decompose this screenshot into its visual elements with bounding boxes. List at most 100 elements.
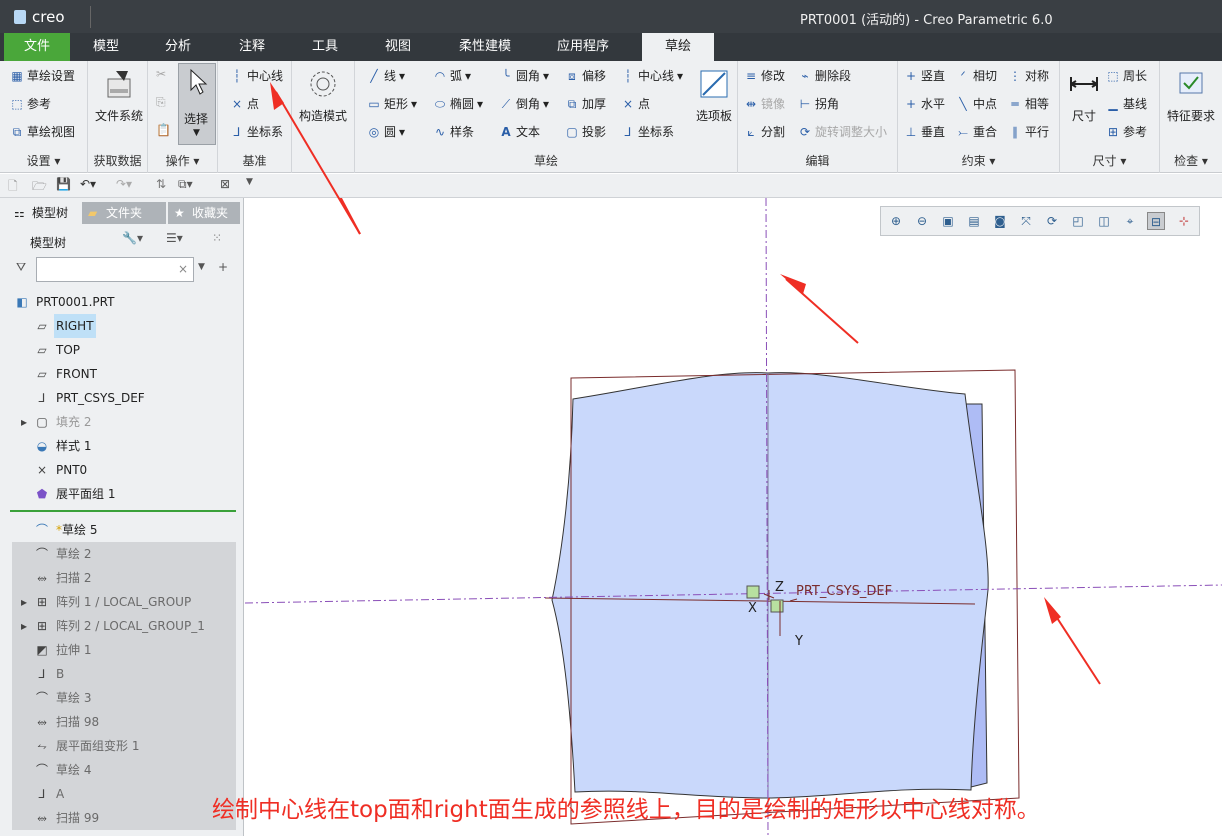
tangent-constraint-button[interactable]: ᐟ 相切: [956, 67, 997, 84]
delete-segment-button[interactable]: ⌁ 删除段: [798, 67, 851, 84]
parallel-constraint-button[interactable]: ∥ 平行: [1008, 123, 1049, 140]
dimension-button[interactable]: 尺寸: [1064, 67, 1104, 124]
datum-point-button[interactable]: × 点: [230, 95, 259, 112]
corner-button[interactable]: ⊢ 拐角: [798, 95, 839, 112]
rotate-resize-button[interactable]: ⟳ 旋转调整大小: [798, 123, 887, 140]
project-button[interactable]: ▢ 投影: [565, 123, 606, 140]
sketch-view-button[interactable]: ⧉ 草绘视图: [10, 123, 75, 140]
tree-item-sketch-3[interactable]: ⌒ 草绘 3: [12, 686, 236, 710]
tab-applications[interactable]: 应用程序: [545, 33, 621, 61]
tree-item-a[interactable]: ⅃ A: [12, 782, 236, 806]
coincident-constraint-button[interactable]: ⤚ 重合: [956, 123, 997, 140]
repaint-icon[interactable]: ▤: [965, 212, 983, 230]
tab-model-tree[interactable]: ⚏ 模型树: [8, 202, 80, 224]
open-icon[interactable]: 🗁: [32, 177, 47, 198]
tree-item-sweep-99[interactable]: ⥈ 扫描 99: [12, 806, 236, 830]
arc-button[interactable]: ◠ 弧 ▾: [433, 67, 471, 84]
spline-button[interactable]: ∿ 样条: [433, 123, 474, 140]
cut-icon[interactable]: ✂: [156, 67, 166, 81]
tab-flexible-modeling[interactable]: 柔性建模: [448, 33, 522, 61]
tree-item-extrude-1[interactable]: ◩ 拉伸 1: [12, 638, 236, 662]
expand-icon[interactable]: ▸: [16, 410, 32, 434]
tree-item-point[interactable]: × PNT0: [0, 458, 240, 482]
circle-button[interactable]: ◎ 圆 ▾: [367, 123, 405, 140]
references-button[interactable]: ⬚ 参考: [10, 95, 51, 112]
tree-item-top-plane[interactable]: ▱ TOP: [0, 338, 240, 362]
expand-icon[interactable]: ▸: [16, 614, 32, 638]
midpoint-constraint-button[interactable]: ╲ 中点: [956, 95, 997, 112]
tab-analysis[interactable]: 分析: [146, 33, 210, 61]
divide-button[interactable]: ⟀ 分割: [744, 123, 785, 140]
sketch-csys-button[interactable]: ⅃ 坐标系: [621, 123, 674, 140]
rectangle-button[interactable]: ▭ 矩形 ▾: [367, 95, 417, 112]
vertical-constraint-button[interactable]: + 竖直: [904, 67, 945, 84]
tree-item-csys[interactable]: ⅃ PRT_CSYS_DEF: [0, 386, 240, 410]
sketch-centerline-button[interactable]: ┆ 中心线 ▾: [621, 67, 683, 84]
tree-search-input[interactable]: [36, 257, 194, 282]
tab-tools[interactable]: 工具: [293, 33, 357, 61]
tree-item-part[interactable]: ◧ PRT0001.PRT: [0, 290, 240, 314]
tree-item-b[interactable]: ⅃ B: [12, 662, 236, 686]
group-label-operations[interactable]: 操作 ▾: [148, 152, 217, 169]
refit-icon[interactable]: ▣: [939, 212, 957, 230]
saved-views-icon[interactable]: ◙: [991, 212, 1009, 230]
select-button[interactable]: 选择 ▼: [178, 63, 216, 145]
tree-item-sweep-98[interactable]: ⥈ 扫描 98: [12, 710, 236, 734]
group-label-dimension[interactable]: 尺寸 ▾: [1060, 152, 1159, 169]
tree-columns-icon[interactable]: ☰▾: [166, 231, 183, 245]
tree-item-sketch-4[interactable]: ⌒ 草绘 4: [12, 758, 236, 782]
regenerate-icon[interactable]: ⇅: [156, 177, 166, 191]
thicken-button[interactable]: ⧉ 加厚: [565, 95, 606, 112]
sketch-point-button[interactable]: × 点: [621, 95, 650, 112]
graphics-window[interactable]: Z X Y PRT_CSYS_DEF: [245, 198, 1222, 836]
customize-qat-icon[interactable]: ▼: [246, 177, 253, 187]
new-icon[interactable]: 🗋: [8, 177, 18, 198]
tab-favorites[interactable]: ★ 收藏夹: [168, 202, 240, 224]
offset-button[interactable]: ⧈ 偏移: [565, 67, 606, 84]
undo-icon[interactable]: ↶▾: [80, 177, 96, 191]
group-label-constrain[interactable]: 约束 ▾: [898, 152, 1059, 169]
expand-icon[interactable]: ▸: [16, 590, 32, 614]
palette-button[interactable]: 选项板: [693, 67, 735, 124]
spin-center-icon[interactable]: ⊹: [1175, 212, 1193, 230]
paste-icon[interactable]: 📋: [156, 123, 171, 137]
tree-item-right-plane[interactable]: ▱ RIGHT: [0, 314, 240, 338]
mirror-button[interactable]: ⇹ 镜像: [744, 95, 785, 112]
perspective-icon[interactable]: ◫: [1095, 212, 1113, 230]
feature-requirements-button[interactable]: 特征要求: [1162, 67, 1220, 124]
tab-model[interactable]: 模型: [74, 33, 138, 61]
tab-sketch[interactable]: 草绘: [642, 33, 714, 61]
datum-display-icon[interactable]: ⌖: [1121, 212, 1139, 230]
horizontal-constraint-button[interactable]: + 水平: [904, 95, 945, 112]
text-button[interactable]: A 文本: [499, 123, 540, 140]
ellipse-button[interactable]: ⬭ 椭圆 ▾: [433, 95, 483, 112]
zoom-in-icon[interactable]: ⊕: [887, 212, 905, 230]
group-label-setup[interactable]: 设置 ▾: [0, 152, 87, 169]
perpendicular-constraint-button[interactable]: ⊥ 垂直: [904, 123, 945, 140]
sketch-setup-button[interactable]: ▦ 草绘设置: [10, 67, 75, 84]
add-filter-icon[interactable]: +: [218, 260, 228, 274]
tree-item-front-plane[interactable]: ▱ FRONT: [0, 362, 240, 386]
sketch-orientation-icon[interactable]: ⤧: [1017, 212, 1035, 230]
tree-item-pattern-2[interactable]: ▸ ⊞ 阵列 2 / LOCAL_GROUP_1: [12, 614, 236, 638]
symmetric-constraint-button[interactable]: ⋮ 对称: [1008, 67, 1049, 84]
tree-settings-icon[interactable]: 🔧▾: [122, 231, 143, 245]
chamfer-button[interactable]: ⟋ 倒角 ▾: [499, 95, 549, 112]
copy-icon[interactable]: ⎘: [156, 95, 166, 110]
group-label-inspect[interactable]: 检查 ▾: [1160, 152, 1222, 169]
shading-icon[interactable]: ◰: [1069, 212, 1087, 230]
fillet-button[interactable]: ╰ 圆角 ▾: [499, 67, 549, 84]
tree-filter-options-icon[interactable]: ⁙: [212, 231, 222, 245]
zoom-out-icon[interactable]: ⊖: [913, 212, 931, 230]
tab-file[interactable]: 文件: [4, 33, 70, 61]
modify-button[interactable]: ≡ 修改: [744, 67, 785, 84]
display-style-icon[interactable]: ⟳: [1043, 212, 1061, 230]
insert-indicator[interactable]: [10, 510, 236, 512]
tree-item-pattern-1[interactable]: ▸ ⊞ 阵列 1 / LOCAL_GROUP: [12, 590, 236, 614]
windows-icon[interactable]: ⧉▾: [178, 177, 193, 192]
line-button[interactable]: ╱ 线 ▾: [367, 67, 405, 84]
tree-item-style[interactable]: ◒ 样式 1: [0, 434, 240, 458]
tree-item-flatten-quilt[interactable]: ⬟ 展平面组 1: [0, 482, 240, 506]
clear-search-icon[interactable]: ×: [178, 262, 188, 276]
tab-view[interactable]: 视图: [366, 33, 430, 61]
